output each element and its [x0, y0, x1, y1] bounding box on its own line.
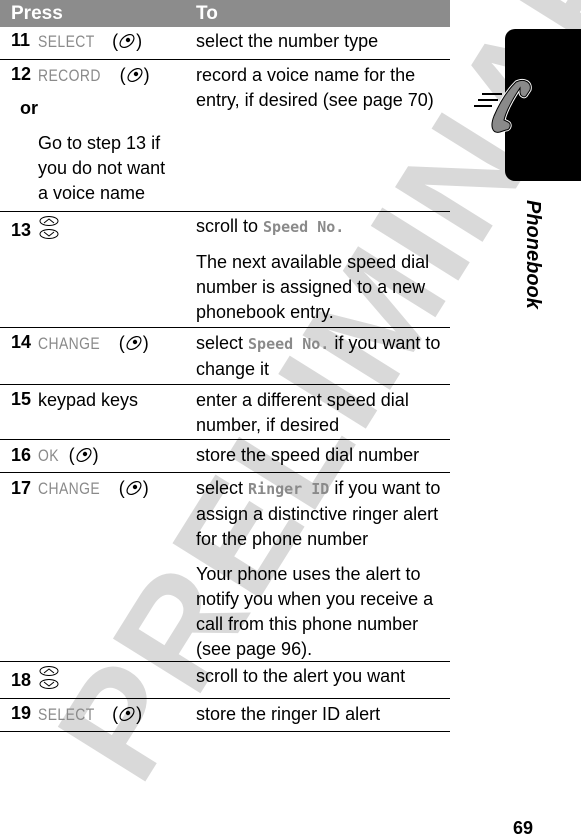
- softkey-icon: [119, 33, 135, 49]
- to-cell: select Ringer ID if you want to assign a…: [196, 473, 450, 662]
- to-prefix: select: [196, 478, 249, 498]
- phone-handset-icon: [474, 78, 532, 134]
- step-number: 15: [11, 389, 32, 409]
- to-note: The next available speed dial number is …: [196, 252, 430, 322]
- steps-table: Press To 11 SELECT () select the number …: [0, 0, 450, 732]
- table-row: 12 RECORD () or Go to step 13 if you do …: [0, 60, 450, 212]
- to-cell: enter a different speed dial number, if …: [196, 390, 409, 435]
- press-cell: [38, 215, 60, 241]
- press-cell: OK (): [38, 443, 99, 468]
- press-cell: CHANGE (): [38, 331, 149, 356]
- step-number: 12: [11, 64, 32, 84]
- table-row: 18 scroll to the alert you want: [0, 662, 450, 699]
- to-prefix: scroll to: [196, 216, 264, 236]
- softkey-label: RECORD: [38, 66, 101, 85]
- step-number: 14: [11, 332, 32, 352]
- table-row: 15 keypad keys enter a different speed d…: [0, 385, 450, 440]
- table-row: 19 SELECT () store the ringer ID alert: [0, 699, 450, 732]
- softkey-label: CHANGE: [38, 334, 101, 353]
- header-press: Press: [11, 3, 63, 24]
- scroll-up-down-icon: [39, 216, 59, 239]
- softkey-label: SELECT: [38, 705, 95, 724]
- table-header: Press To: [0, 0, 450, 27]
- softkey-icon: [76, 447, 92, 463]
- step-number: 11: [11, 30, 31, 50]
- press-cell: RECORD () or Go to step 13 if you do not…: [20, 63, 178, 206]
- step-number: 19: [11, 703, 32, 723]
- step-number: 17: [11, 478, 32, 498]
- softkey-icon: [126, 335, 142, 351]
- alt-press-text: Go to step 13 if you do not want a voice…: [38, 133, 166, 203]
- page-number: 69: [513, 818, 534, 838]
- step-number: 16: [11, 445, 32, 465]
- table-row: 14 CHANGE () select Speed No. if you wan…: [0, 328, 450, 385]
- to-cell: store the ringer ID alert: [196, 704, 381, 724]
- softkey-icon: [127, 67, 143, 83]
- softkey-icon: [119, 706, 135, 722]
- to-cell: store the speed dial number: [196, 445, 420, 465]
- press-cell: CHANGE (): [38, 476, 149, 501]
- softkey-label: OK: [38, 446, 59, 465]
- to-cell: record a voice name for the entry, if de…: [196, 65, 434, 110]
- to-cell: scroll to Speed No. The next available s…: [196, 212, 450, 325]
- step-number: 13: [11, 220, 32, 240]
- lcd-text: Ringer ID: [248, 480, 330, 498]
- step-number: 18: [11, 670, 32, 690]
- table-row: 16 OK () store the speed dial number: [0, 440, 450, 473]
- to-prefix: select: [196, 333, 249, 353]
- table-row: 13 scroll to Speed No. The next availabl…: [0, 212, 450, 328]
- press-text: keypad keys: [38, 390, 139, 410]
- press-cell: SELECT (): [38, 29, 142, 54]
- scroll-up-down-icon: [39, 666, 59, 689]
- softkey-icon: [126, 480, 142, 496]
- table-row: 17 CHANGE () select Ringer ID if you wan…: [0, 473, 450, 662]
- softkey-label: SELECT: [38, 32, 95, 51]
- lcd-text: Speed No.: [248, 335, 330, 353]
- press-cell: SELECT (): [38, 702, 142, 727]
- to-cell: scroll to the alert you want: [196, 666, 406, 686]
- softkey-label: CHANGE: [38, 479, 101, 498]
- to-cell: select Speed No. if you want to change i…: [196, 328, 450, 382]
- to-cell: select the number type: [196, 31, 379, 51]
- to-note: Your phone uses the alert to notify you …: [196, 564, 434, 659]
- lcd-text: Speed No.: [263, 218, 345, 236]
- press-cell: [38, 665, 60, 691]
- section-tab-label: Phonebook: [522, 200, 544, 309]
- table-row: 11 SELECT () select the number type: [0, 27, 450, 60]
- or-label: or: [20, 98, 38, 118]
- header-to: To: [196, 3, 218, 24]
